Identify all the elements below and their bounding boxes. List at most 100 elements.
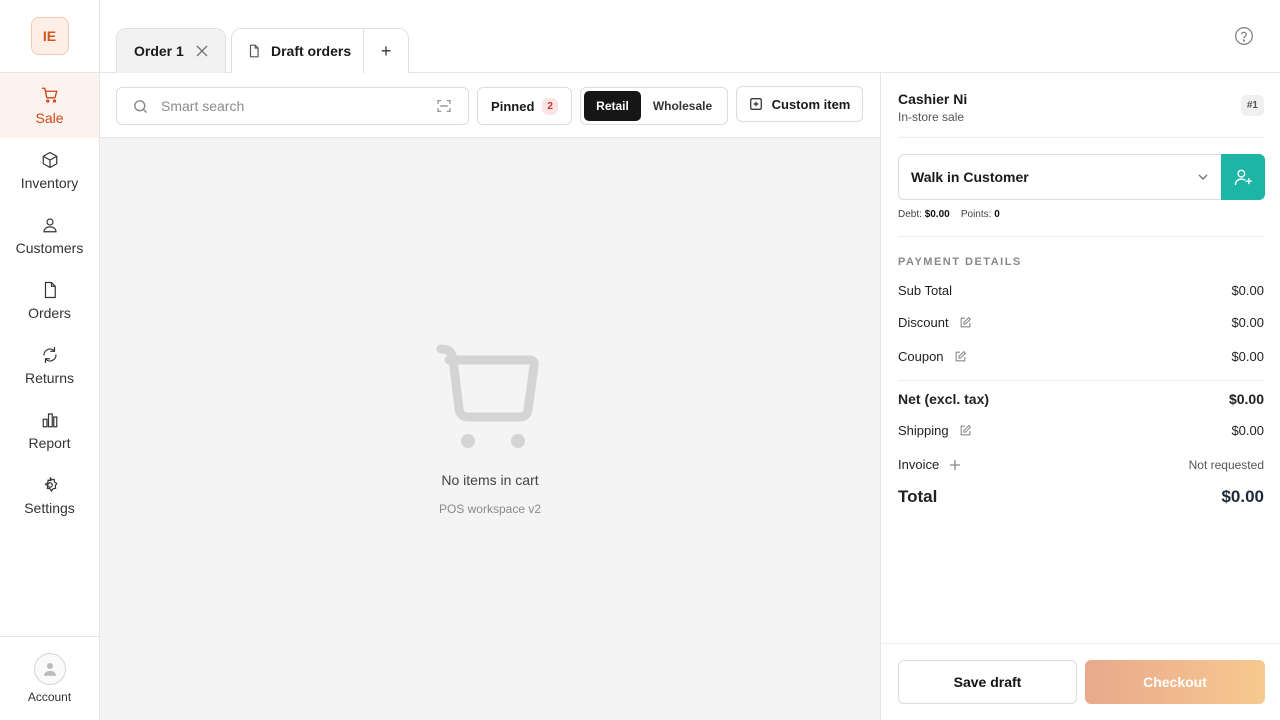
coupon-row: Coupon $0.00: [898, 349, 1264, 364]
shipping-row: Shipping $0.00: [898, 423, 1264, 438]
total-row: Total $0.00: [898, 487, 1264, 507]
divider: [898, 380, 1264, 381]
subtotal-value: $0.00: [1231, 283, 1264, 298]
add-customer-button[interactable]: [1221, 154, 1265, 200]
edit-icon[interactable]: [959, 316, 972, 329]
cart-icon: [41, 87, 57, 103]
price-mode-toggle: Retail Wholesale: [580, 87, 728, 125]
tab-label: Draft orders: [271, 43, 352, 59]
search-icon: [134, 99, 147, 113]
pinned-button[interactable]: Pinned 2: [477, 87, 572, 125]
user-plus-icon: [1234, 169, 1253, 186]
cart-area: Smart search Pinned 2 Retail Wholesale C…: [100, 73, 880, 720]
divider: [898, 137, 1264, 138]
sidebar-item-report[interactable]: Report: [0, 398, 99, 463]
cashier-name: Cashier Ni: [898, 91, 968, 107]
plus-icon[interactable]: [949, 459, 961, 471]
workspace-label: POS workspace v2: [438, 502, 542, 516]
subtotal-label: Sub Total: [898, 283, 952, 298]
logo-area: IE: [0, 0, 99, 73]
app-logo[interactable]: IE: [30, 17, 69, 55]
sidebar-item-label: Customers: [15, 239, 84, 256]
discount-row: Discount $0.00: [898, 315, 1264, 330]
pinned-label: Pinned: [491, 98, 535, 114]
custom-item-label: Custom item: [771, 96, 851, 112]
bar-chart-icon: [42, 412, 57, 427]
checkout-button[interactable]: Checkout: [1085, 660, 1265, 704]
user-icon: [43, 663, 56, 676]
scan-icon[interactable]: [436, 98, 452, 114]
empty-cart-message: No items in cart: [441, 472, 539, 488]
retail-option[interactable]: Retail: [584, 91, 641, 121]
tab-draft-orders[interactable]: Draft orders: [232, 29, 364, 73]
sidebar-item-sale[interactable]: Sale: [0, 73, 99, 138]
shipping-value: $0.00: [1231, 423, 1264, 438]
sidebar-item-label: Returns: [24, 369, 75, 386]
empty-cart-state: No items in cart POS workspace v2: [100, 343, 880, 516]
chevron-down-icon: [1198, 174, 1208, 180]
checkout-panel: Cashier Ni In-store sale #1 Walk in Cust…: [880, 73, 1280, 720]
total-label: Total: [898, 487, 938, 506]
debt-value: $0.00: [924, 209, 950, 220]
customer-select[interactable]: Walk in Customer: [898, 154, 1222, 200]
plus-square-icon: [749, 98, 762, 110]
tab-draft-orders-group: Draft orders +: [231, 28, 409, 73]
close-icon[interactable]: [196, 45, 208, 57]
invoice-value: Not requested: [1188, 457, 1264, 472]
sidebar-item-label: Settings: [24, 499, 75, 516]
sidebar-item-returns[interactable]: Returns: [0, 333, 99, 398]
sidebar-item-label: Report: [28, 434, 71, 451]
box-icon: [42, 151, 57, 168]
help-icon[interactable]: [1234, 26, 1254, 46]
invoice-label: Invoice: [898, 457, 940, 472]
points-value: 0: [994, 209, 1000, 220]
tab-order-1[interactable]: Order 1: [116, 28, 226, 73]
gear-icon: [43, 476, 58, 492]
net-row: Net (excl. tax) $0.00: [898, 391, 1264, 407]
sidebar-item-settings[interactable]: Settings: [0, 463, 99, 528]
points-label: Points:: [960, 209, 992, 220]
refresh-icon: [42, 346, 57, 363]
order-number-badge: #1: [1240, 95, 1264, 116]
sidebar-item-label: Sale: [35, 109, 64, 126]
discount-value: $0.00: [1231, 315, 1264, 330]
file-icon: [44, 281, 56, 298]
custom-item-button[interactable]: Custom item: [736, 86, 863, 122]
total-value: $0.00: [1221, 487, 1264, 506]
customer-balance: Debt: $0.00 Points: 0: [898, 209, 1000, 220]
net-value: $0.00: [1228, 391, 1264, 407]
search-input[interactable]: Smart search: [116, 87, 469, 125]
divider: [898, 236, 1264, 237]
sidebar: IE Sale Inventory Customers Orders Retur…: [0, 0, 100, 720]
sidebar-item-customers[interactable]: Customers: [0, 203, 99, 268]
net-label: Net (excl. tax): [898, 391, 990, 407]
payment-details-title: PAYMENT DETAILS: [898, 256, 1022, 268]
coupon-label: Coupon: [898, 349, 944, 364]
empty-cart-icon: [436, 344, 539, 448]
account-label: Account: [27, 690, 72, 704]
top-bar: Order 1 Draft orders +: [100, 0, 1280, 73]
tab-label: Order 1: [134, 43, 184, 59]
search-placeholder: Smart search: [161, 98, 245, 114]
discount-label: Discount: [898, 315, 949, 330]
cashier-info: Cashier Ni In-store sale: [898, 91, 967, 124]
sidebar-item-inventory[interactable]: Inventory: [0, 138, 99, 203]
sidebar-item-orders[interactable]: Orders: [0, 268, 99, 333]
wholesale-option[interactable]: Wholesale: [641, 91, 724, 121]
debt-label: Debt:: [898, 209, 922, 220]
user-icon: [42, 217, 57, 232]
file-icon: [249, 44, 259, 58]
edit-icon[interactable]: [959, 424, 972, 437]
add-tab-button[interactable]: +: [364, 41, 408, 62]
edit-icon[interactable]: [954, 350, 967, 363]
save-draft-button[interactable]: Save draft: [898, 660, 1077, 704]
account-button[interactable]: Account: [0, 636, 99, 720]
subtotal-row: Sub Total $0.00: [898, 283, 1264, 298]
pinned-count-badge: 2: [542, 97, 558, 115]
product-toolbar: Smart search Pinned 2 Retail Wholesale C…: [100, 73, 880, 138]
customer-select-value: Walk in Customer: [911, 169, 1029, 185]
shipping-label: Shipping: [898, 423, 949, 438]
sidebar-item-label: Orders: [28, 304, 71, 321]
invoice-row: Invoice Not requested: [898, 457, 1264, 472]
sale-type: In-store sale: [898, 110, 965, 124]
